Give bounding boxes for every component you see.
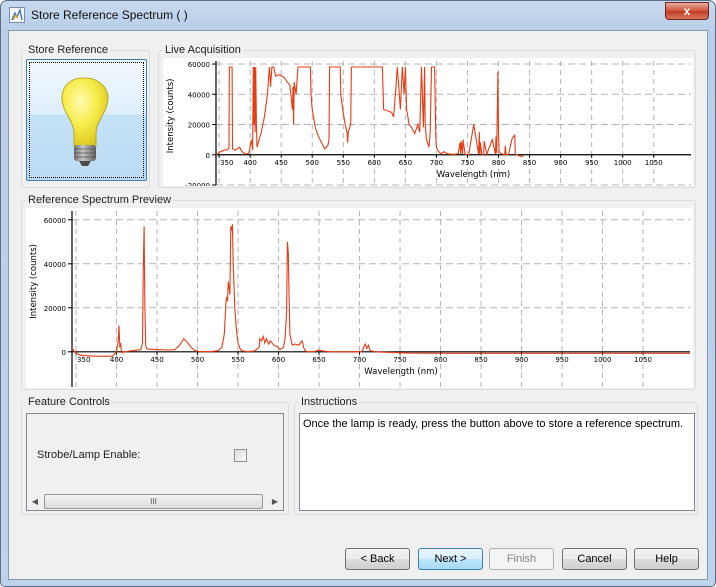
feature-controls-panel: Strobe/Lamp Enable: ◀ III ▶ (26, 413, 284, 511)
x-tick-label: 450 (275, 159, 288, 167)
x-tick-label: 700 (353, 356, 366, 364)
spectrum-app-icon (11, 7, 23, 21)
horizontal-scrollbar[interactable]: ◀ III ▶ (27, 493, 283, 510)
scroll-left-arrow-icon[interactable]: ◀ (29, 495, 41, 508)
x-tick-label: 450 (150, 356, 163, 364)
y-tick-label: 0 (62, 349, 66, 357)
cancel-button[interactable]: Cancel (562, 548, 627, 570)
x-tick-label: 800 (434, 356, 447, 364)
y-axis-label: Intensity (counts) (166, 79, 176, 154)
x-tick-label: 750 (461, 159, 474, 167)
next-button[interactable]: Next > (418, 548, 483, 570)
y-tick-label: 40000 (188, 91, 210, 99)
x-tick-label: 550 (337, 159, 350, 167)
y-tick-label: 60000 (44, 217, 66, 225)
close-button[interactable]: x (665, 2, 709, 20)
x-tick-label: 850 (523, 159, 536, 167)
x-tick-label: 800 (492, 159, 505, 167)
x-tick-label: 900 (554, 159, 567, 167)
x-tick-label: 1050 (634, 356, 652, 364)
x-tick-label: 1050 (645, 159, 663, 167)
x-axis-label: Wavelength (nm) (437, 170, 510, 180)
x-tick-label: 500 (306, 159, 319, 167)
live-acquisition-chart-svg: -20000 0 20000 40000 60000 350 400 450 500 550 600… (166, 61, 691, 190)
x-tick-label: 950 (585, 159, 598, 167)
reference-preview-group: Reference Spectrum Preview 0 20000 40000 60… (21, 194, 696, 390)
live-acquisition-group: Live Acquisition -20000 0 20000 40000 60000 3… (158, 44, 696, 190)
app-icon (9, 7, 25, 23)
x-tick-label: 750 (393, 356, 406, 364)
finish-button: Finish (489, 548, 554, 570)
x-tick-label: 350 (220, 159, 233, 167)
y-tick-label: -20000 (185, 182, 210, 186)
x-tick-label: 600 (272, 356, 285, 364)
help-button[interactable]: Help (634, 548, 699, 570)
y-tick-label: 0 (206, 152, 210, 160)
close-icon: x (683, 4, 691, 18)
feature-controls-group: Feature Controls Strobe/Lamp Enable: ◀ I… (21, 396, 289, 515)
x-tick-label: 950 (555, 356, 568, 364)
x-tick-label: 650 (399, 159, 412, 167)
x-tick-label: 650 (312, 356, 325, 364)
reference-preview-chart: 0 20000 40000 60000 350 400 450 500 550 600 650 700… (26, 208, 693, 388)
dialog-client-area: Store Reference Live Acquisition -20000 … (8, 30, 708, 580)
x-tick-label: 600 (368, 159, 381, 167)
store-reference-button[interactable] (26, 59, 147, 181)
store-reference-group: Store Reference (21, 44, 150, 188)
instructions-group: Instructions Once the lamp is ready, pre… (294, 396, 698, 515)
strobe-lamp-enable-label: Strobe/Lamp Enable: (37, 449, 141, 461)
instructions-label: Instructions (299, 396, 360, 408)
y-axis-label: Intensity (counts) (29, 244, 39, 319)
instructions-text-area[interactable]: Once the lamp is ready, press the button… (299, 413, 695, 511)
strobe-lamp-enable-checkbox[interactable] (234, 449, 247, 462)
reference-preview-label: Reference Spectrum Preview (26, 194, 174, 206)
window-title: Store Reference Spectrum ( ) (31, 8, 188, 22)
y-tick-label: 40000 (44, 261, 66, 269)
x-tick-label: 900 (515, 356, 528, 364)
feature-controls-label: Feature Controls (26, 396, 112, 408)
live-acquisition-chart: -20000 0 20000 40000 60000 350 400 450 500 550 600… (163, 58, 693, 190)
y-tick-label: 20000 (44, 305, 66, 313)
store-reference-label: Store Reference (26, 44, 111, 56)
x-tick-label: 500 (191, 356, 204, 364)
x-tick-label: 850 (474, 356, 487, 364)
x-tick-label: 350 (77, 356, 90, 364)
x-axis-label: Wavelength (nm) (364, 367, 437, 377)
live-acquisition-label: Live Acquisition (163, 44, 243, 56)
series-line-live (215, 66, 524, 157)
scroll-right-arrow-icon[interactable]: ▶ (269, 495, 281, 508)
y-tick-label: 20000 (188, 122, 210, 130)
back-button[interactable]: < Back (345, 548, 410, 570)
x-tick-label: 400 (110, 356, 123, 364)
dialog-window: Store Reference Spectrum ( ) x Store Ref… (0, 0, 716, 587)
reference-preview-chart-svg: 0 20000 40000 60000 350 400 450 500 550 600 650 700… (29, 211, 690, 387)
light-bulb-icon (61, 77, 109, 166)
y-tick-label: 60000 (188, 61, 210, 69)
series-line-reference (71, 224, 690, 357)
x-tick-label: 1000 (614, 159, 632, 167)
x-tick-label: 550 (231, 356, 244, 364)
title-bar: Store Reference Spectrum ( ) x (1, 1, 715, 30)
x-tick-label: 400 (243, 159, 256, 167)
x-tick-label: 700 (430, 159, 443, 167)
x-tick-label: 1000 (594, 356, 612, 364)
scroll-thumb[interactable]: III (44, 494, 263, 509)
